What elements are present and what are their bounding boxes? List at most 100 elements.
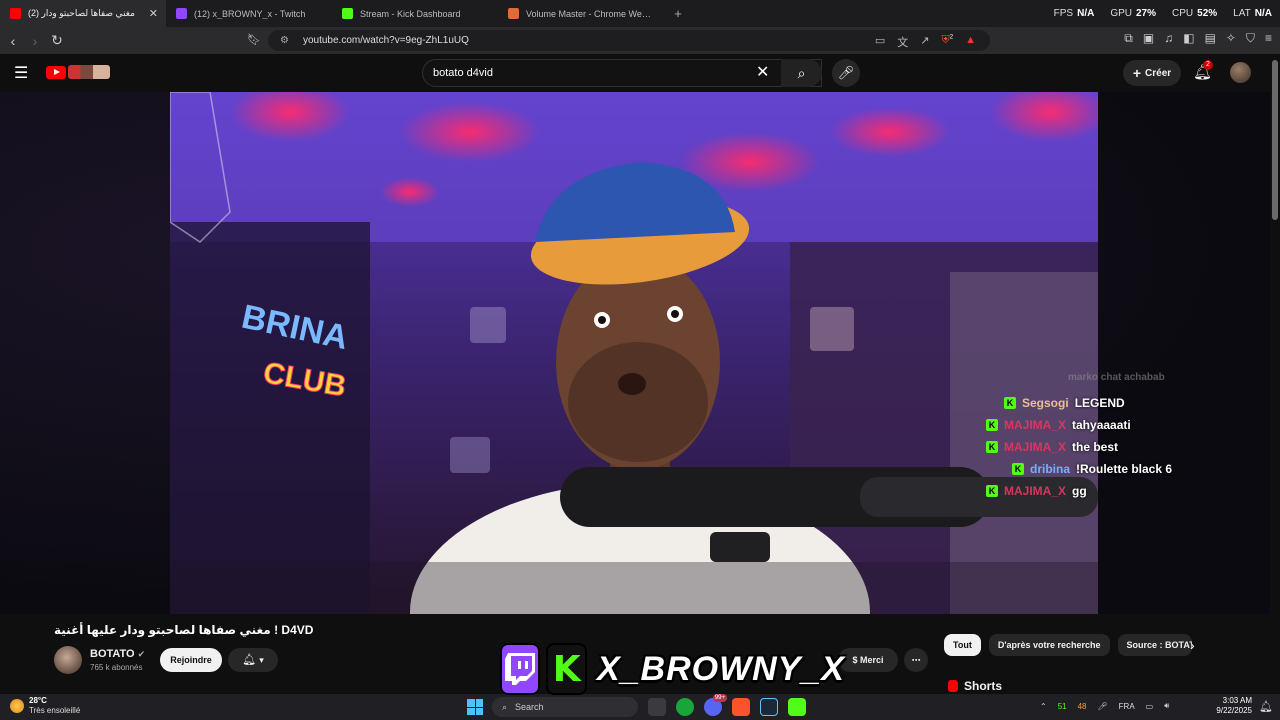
search-query[interactable]: botato d4vid — [433, 67, 493, 79]
performance-overlay: FPS N/A GPU 27% CPU 52% LAT N/A — [1054, 0, 1272, 27]
kick-logo-icon: K — [986, 441, 998, 453]
network-icon[interactable]: ▭ — [1146, 702, 1154, 711]
video-player[interactable]: BRINA CLUB — [170, 92, 1098, 614]
streamer-name: X_BROWNY_X — [596, 649, 845, 688]
tab-label: (12) x_BROWNY_x - Twitch — [194, 8, 306, 19]
shorts-label: Shorts — [964, 679, 1003, 693]
chat-text: LEGEND — [1074, 396, 1125, 410]
browser-menu-icon[interactable]: ≡ — [1265, 31, 1272, 46]
chat-header: marko chat achabab — [1068, 372, 1165, 383]
address-bar[interactable]: ⚙ youtube.com/watch?v=9eg-ZhL1uUQ ▭ 文 ↗ … — [268, 30, 990, 51]
chrome-store-favicon-icon — [508, 8, 519, 19]
language-indicator[interactable]: FRA — [1119, 702, 1135, 711]
search-button[interactable]: ⌕ — [781, 59, 822, 87]
sidebar-icon[interactable]: ◧ — [1183, 31, 1194, 46]
steam-icon[interactable] — [760, 698, 778, 716]
vpn-icon[interactable]: ⛉ — [1246, 31, 1255, 46]
back-icon[interactable]: ‹ — [2, 33, 24, 49]
youtube-logo-icon[interactable] — [46, 66, 66, 79]
join-button[interactable]: Rejoindre — [160, 648, 222, 672]
video-title: مغني صفاها لصاحبتو ودار عليها أغنية ! D4… — [54, 623, 314, 637]
close-tab-icon[interactable]: ✕ — [149, 7, 158, 20]
cast-icon[interactable]: ▭ — [875, 34, 885, 50]
leo-ai-icon[interactable]: ✧ — [1226, 31, 1236, 46]
scrollbar-thumb[interactable] — [1272, 60, 1278, 220]
chip-from-search[interactable]: D'après votre recherche — [988, 634, 1110, 656]
hamburger-menu-icon[interactable]: ☰ — [14, 63, 28, 83]
reload-icon[interactable]: ↻ — [46, 32, 68, 49]
chat-text: the best — [1072, 440, 1119, 454]
create-label: Créer — [1145, 67, 1172, 79]
new-tab-button[interactable]: + — [668, 6, 688, 21]
forward-icon[interactable]: › — [24, 33, 46, 49]
taskbar-search[interactable]: ⌕ Search — [492, 697, 638, 717]
show-hidden-icons-icon[interactable]: ⌃ — [1040, 702, 1047, 711]
wallet-icon[interactable]: ▤ — [1205, 31, 1216, 46]
chat-text: !Roulette black 6 — [1076, 462, 1173, 476]
tab-youtube[interactable]: (2) مغني صفاها لصاحبتو ودار ✕ — [0, 0, 166, 27]
twitch-logo-icon — [500, 643, 541, 695]
weather-text: 28°C Très ensoleillé — [29, 696, 81, 715]
site-info-icon[interactable]: ⚙ — [280, 35, 289, 46]
weather-widget[interactable]: 28°C Très ensoleillé — [10, 696, 80, 716]
channel-avatar[interactable] — [54, 646, 82, 674]
stream-chat-overlay: marko chat achabab K Segsogi LEGEND K MA… — [986, 372, 1226, 502]
system-clock[interactable]: 3:03 AM 9/22/2025 — [1210, 696, 1252, 716]
search-icon: ⌕ — [797, 65, 806, 81]
voice-search-icon[interactable]: 🎤︎ — [832, 59, 860, 87]
screenshot-icon[interactable]: ▣ — [1143, 31, 1154, 46]
account-avatar[interactable] — [1230, 62, 1251, 83]
bookmark-icon[interactable]: 🔖︎ — [247, 33, 261, 46]
microphone-icon[interactable]: 🎤︎ — [1098, 702, 1108, 711]
create-button[interactable]: + Créer — [1123, 60, 1181, 86]
clear-search-icon[interactable]: ✕ — [756, 62, 769, 82]
chip-all[interactable]: Tout — [944, 634, 981, 656]
kick-app-icon[interactable] — [788, 698, 806, 716]
chat-username: Segsogi — [1022, 396, 1069, 410]
taskbar-search-placeholder: Search — [515, 702, 544, 712]
tab-volume-master[interactable]: Volume Master - Chrome Web Store — [498, 0, 664, 27]
extensions-area: ⧉ ▣ ♫ ◧ ▤ ✧ ⛉ ≡ — [1124, 31, 1272, 46]
chip-next-icon[interactable]: › — [1190, 637, 1195, 653]
url-text[interactable]: youtube.com/watch?v=9eg-ZhL1uUQ — [303, 35, 469, 46]
tab-kick[interactable]: Stream - Kick Dashboard — [332, 0, 498, 27]
subscribe-bell-button[interactable]: 🔔︎ ▾ — [228, 648, 278, 672]
extension-puzzle-icon[interactable]: ⧉ — [1124, 31, 1133, 46]
twitch-favicon-icon — [176, 8, 187, 19]
streamer-name-overlay: K X_BROWNY_X — [500, 640, 845, 698]
chip-source[interactable]: Source : BOTATO — [1117, 634, 1192, 656]
kick-logo-icon: K — [1004, 397, 1016, 409]
brave-shield-icon[interactable]: ⛨2 — [942, 34, 954, 50]
brave-browser-icon[interactable] — [732, 698, 750, 716]
media-icon[interactable]: ♫ — [1164, 31, 1173, 46]
kick-logo-icon: K — [986, 485, 998, 497]
tab-twitch[interactable]: (12) x_BROWNY_x - Twitch — [166, 0, 332, 27]
chat-message: K MAJIMA_X tahyaaaati — [986, 414, 1226, 436]
address-bar-actions: ▭ 文 ↗ ⛨2 ▲ — [875, 34, 976, 50]
notification-center-icon[interactable]: 🔔︎ — [1259, 700, 1273, 713]
kick-logo-large-icon: K — [546, 643, 587, 695]
kick-logo-icon: K — [986, 419, 998, 431]
thanks-button[interactable]: $ Merci — [838, 648, 898, 672]
windows-start-icon[interactable] — [467, 699, 483, 715]
discord-icon[interactable]: 99+ — [704, 694, 727, 716]
translate-icon[interactable]: 文 — [897, 34, 908, 50]
youtube-doodle[interactable] — [68, 65, 110, 79]
shorts-logo-icon — [948, 680, 958, 692]
channel-name[interactable]: BOTATO ✔ — [90, 648, 145, 660]
volume-icon[interactable]: 🔊︎ — [1164, 701, 1169, 711]
chat-message: K MAJIMA_X gg — [986, 480, 1226, 502]
bell-icon: 🔔︎ — [242, 654, 257, 666]
chevron-down-icon: ▾ — [259, 655, 264, 665]
brave-rewards-icon[interactable]: ▲ — [965, 34, 976, 50]
related-filter-chips: Tout D'après votre recherche Source : BO… — [944, 634, 1192, 656]
chat-text: tahyaaaati — [1072, 418, 1131, 432]
verified-icon: ✔ — [137, 649, 146, 659]
share-icon[interactable]: ↗ — [920, 34, 929, 50]
chat-username: dribina — [1030, 462, 1071, 476]
perf-gpu: GPU 27% — [1110, 8, 1157, 19]
more-actions-button[interactable]: ⋯ — [904, 648, 928, 672]
task-view-icon[interactable] — [648, 698, 666, 716]
xbox-icon[interactable] — [676, 698, 694, 716]
chat-username: MAJIMA_X — [1004, 440, 1067, 454]
